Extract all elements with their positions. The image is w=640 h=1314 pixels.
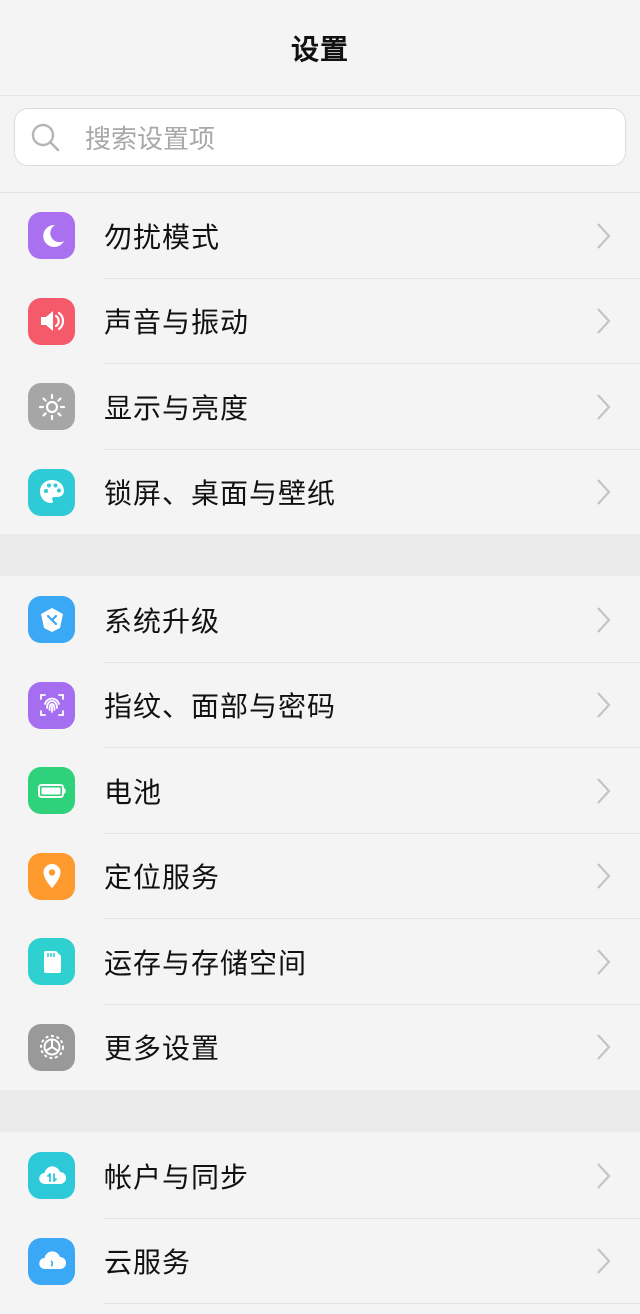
section-gap: [0, 1090, 640, 1132]
settings-item-label: 指纹、面部与密码: [104, 690, 337, 724]
divider: [104, 1303, 640, 1304]
settings-item-label: 声音与振动: [104, 306, 250, 340]
settings-group-1: 勿扰模式 声音与振动 显示与亮度 锁屏、桌面与壁纸: [0, 192, 640, 535]
settings-group-3: 帐户与同步 云服务: [0, 1133, 640, 1304]
chevron-right-icon: [597, 1248, 611, 1274]
settings-item-cloud-service[interactable]: 云服务: [0, 1219, 640, 1304]
chevron-right-icon: [597, 949, 611, 975]
location-pin-icon: [28, 852, 75, 900]
chevron-right-icon: [597, 223, 611, 249]
settings-item-label: 勿扰模式: [104, 220, 221, 254]
settings-item-fingerprint-face-password[interactable]: 指纹、面部与密码: [0, 663, 640, 748]
settings-item-label: 电池: [104, 775, 163, 809]
moon-icon: [28, 212, 75, 260]
settings-item-battery[interactable]: 电池: [0, 748, 640, 834]
settings-item-system-update[interactable]: 系统升级: [0, 577, 640, 663]
chevron-right-icon: [597, 1163, 611, 1189]
chevron-right-icon: [597, 692, 611, 718]
sd-card-icon: [28, 938, 75, 986]
cloud-icon: [28, 1237, 75, 1285]
settings-item-accounts-sync[interactable]: 帐户与同步: [0, 1133, 640, 1219]
chevron-right-icon: [597, 394, 611, 420]
header: 设置: [0, 0, 640, 96]
settings-item-label: 显示与亮度: [104, 391, 250, 425]
chevron-right-icon: [597, 1034, 611, 1060]
chevron-right-icon: [597, 308, 611, 334]
search-placeholder: 搜索设置项: [85, 124, 216, 155]
settings-item-label: 更多设置: [104, 1032, 221, 1066]
settings-item-do-not-disturb[interactable]: 勿扰模式: [0, 193, 640, 279]
chevron-right-icon: [597, 607, 611, 633]
sun-icon: [28, 383, 75, 431]
settings-item-sound-vibration[interactable]: 声音与振动: [0, 279, 640, 364]
search-input[interactable]: 搜索设置项: [14, 108, 626, 166]
settings-item-label: 系统升级: [104, 604, 221, 638]
settings-item-more-settings[interactable]: 更多设置: [0, 1005, 640, 1091]
cloud-sync-icon: [28, 1152, 75, 1200]
settings-item-label: 帐户与同步: [104, 1160, 250, 1194]
settings-item-label: 云服务: [104, 1246, 192, 1280]
settings-item-label: 运存与存储空间: [104, 946, 308, 980]
chevron-right-icon: [597, 778, 611, 804]
speaker-icon: [28, 297, 75, 345]
settings-item-display-brightness[interactable]: 显示与亮度: [0, 364, 640, 450]
settings-item-label: 锁屏、桌面与壁纸: [104, 477, 337, 511]
search-icon: [31, 123, 60, 152]
section-gap: [0, 534, 640, 576]
chevron-right-icon: [597, 479, 611, 505]
system-update-icon: [28, 596, 75, 644]
page-title: 设置: [290, 32, 349, 66]
settings-item-label: 定位服务: [104, 861, 221, 895]
settings-item-memory-storage[interactable]: 运存与存储空间: [0, 919, 640, 1005]
settings-item-location-services[interactable]: 定位服务: [0, 834, 640, 919]
fingerprint-icon: [28, 681, 75, 729]
palette-icon: [28, 468, 75, 516]
battery-icon: [28, 767, 75, 815]
gear-icon: [28, 1023, 75, 1071]
chevron-right-icon: [597, 863, 611, 889]
settings-item-lockscreen-wallpaper[interactable]: 锁屏、桌面与壁纸: [0, 450, 640, 536]
settings-group-2: 系统升级 指纹、面部与密码 电池 定位服务 运存与存储空间 更多设置: [0, 577, 640, 1090]
